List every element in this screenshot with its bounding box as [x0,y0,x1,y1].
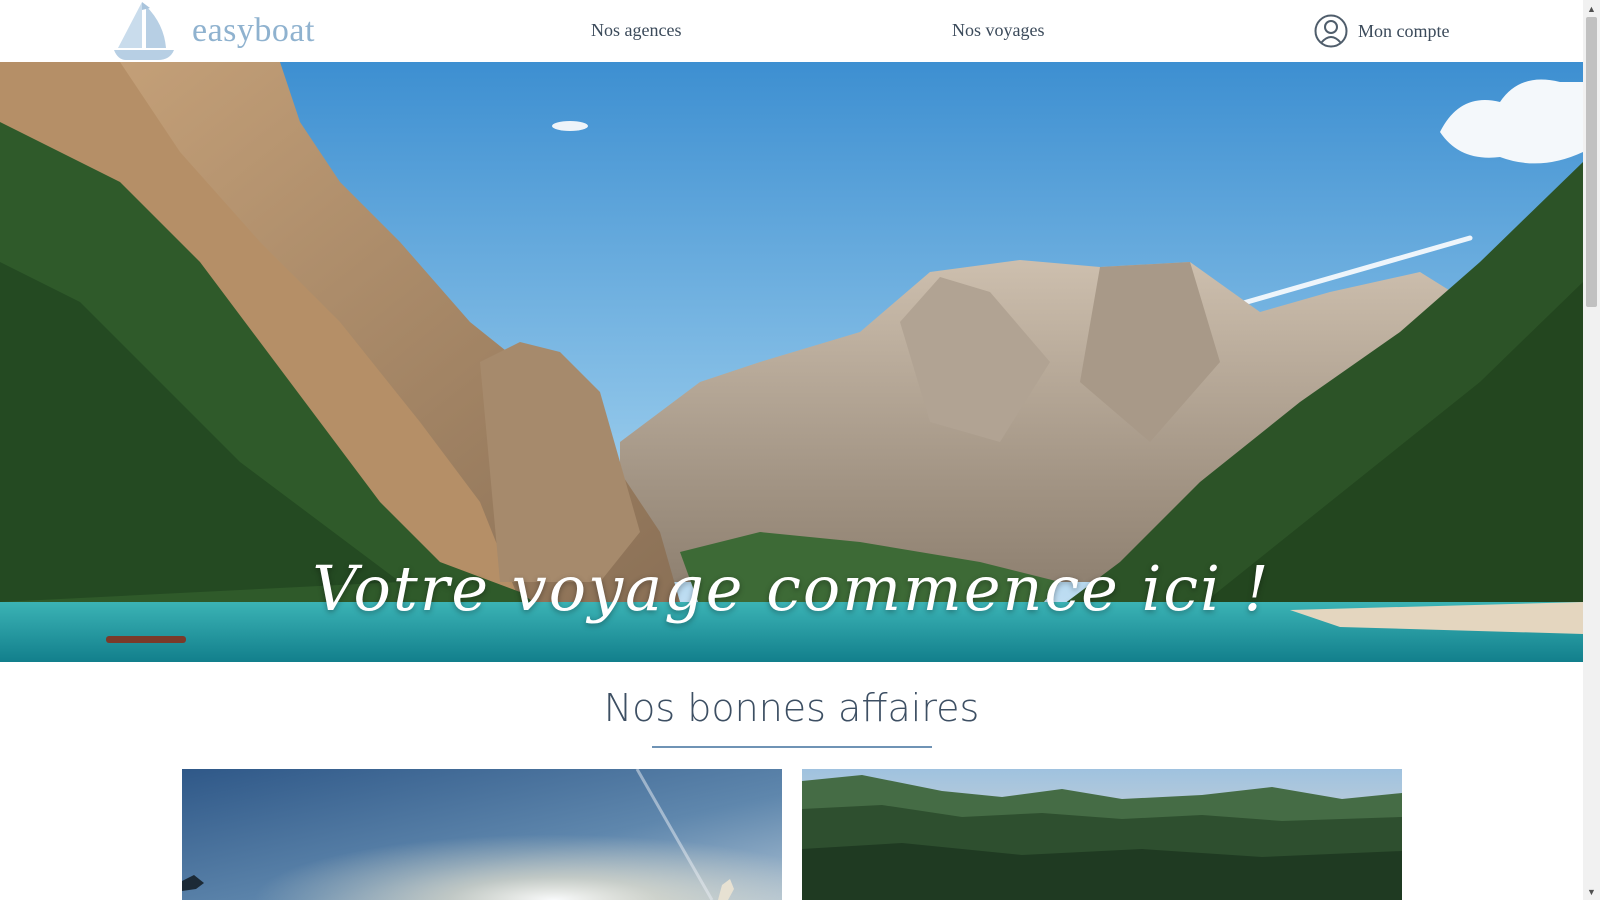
chevron-down-icon[interactable]: ▼ [1583,883,1600,900]
hero-banner: Votre voyage commence ici ! [0,62,1583,662]
sailboat-icon [114,2,174,60]
deal-card[interactable] [182,769,782,900]
page-scrollbar[interactable]: ▲ ▼ [1583,0,1600,900]
user-circle-icon [1314,14,1348,48]
account-label: Mon compte [1358,20,1450,41]
deals-title-underline [652,746,932,748]
deals-title: Nos bonnes affaires [603,686,980,730]
deal-card-image [802,769,1402,900]
site-header: easyboat Nos agences Nos voyages Mon com… [0,0,1583,62]
logo-text: easyboat [192,12,315,49]
logo[interactable]: easyboat [112,0,332,62]
scrollbar-thumb[interactable] [1586,17,1597,307]
chevron-up-icon[interactable]: ▲ [1583,0,1600,17]
account-link[interactable]: Mon compte [1314,14,1450,48]
nav-link-agences[interactable]: Nos agences [591,20,681,41]
deal-card-image [182,769,782,900]
nav-link-voyages[interactable]: Nos voyages [952,20,1045,41]
hero-title: Votre voyage commence ici ! [312,552,1271,625]
deal-card[interactable] [802,769,1402,900]
